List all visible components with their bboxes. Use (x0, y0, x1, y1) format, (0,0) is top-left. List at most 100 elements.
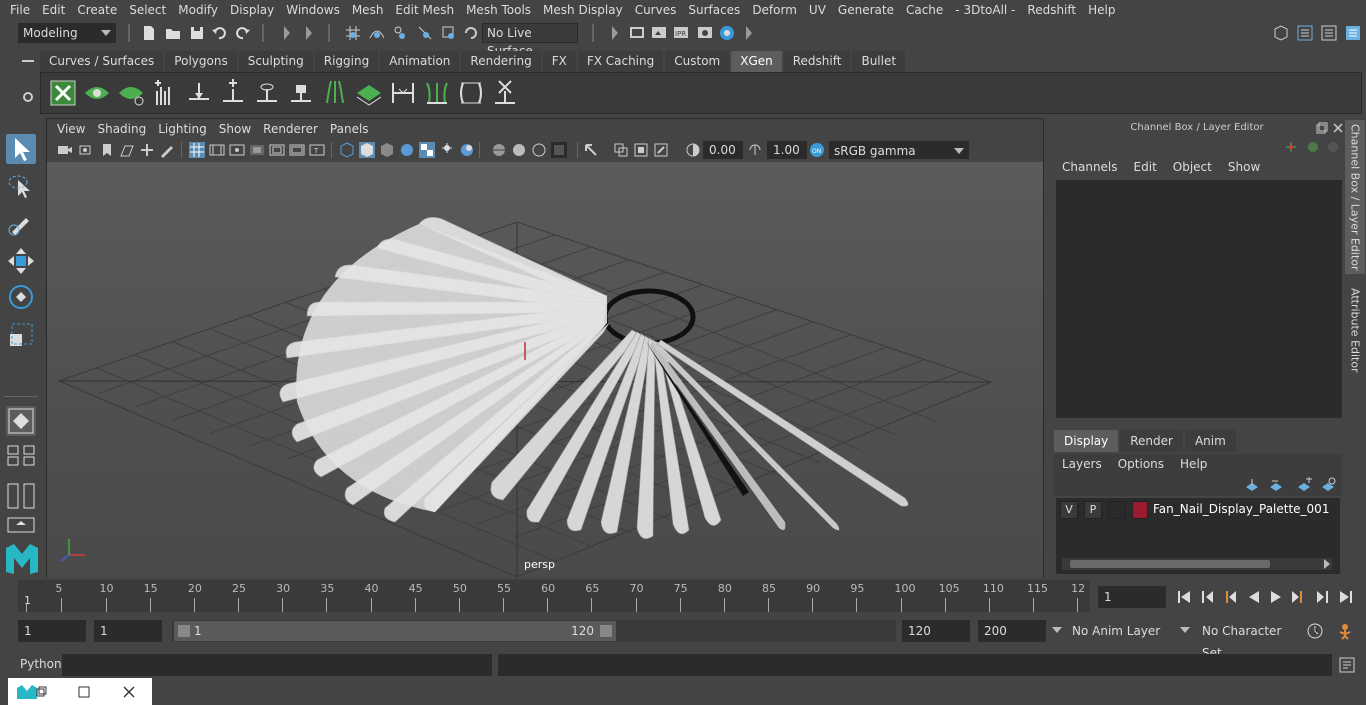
camera-icon[interactable] (57, 142, 73, 158)
zoom-icon[interactable] (653, 142, 669, 158)
le-menu-layers[interactable]: Layers (1054, 457, 1110, 471)
default-material-icon[interactable] (379, 142, 395, 158)
step-forward-icon[interactable] (1314, 589, 1330, 605)
range-end-grip[interactable] (600, 625, 612, 637)
cb-menu-object[interactable]: Object (1165, 160, 1220, 174)
view-transform-dropdown[interactable]: sRGB gamma (829, 141, 969, 159)
shadows-icon[interactable] (439, 142, 455, 158)
hyper-icon[interactable] (1326, 140, 1340, 154)
menu-cache[interactable]: Cache (900, 0, 949, 20)
cb-menu-show[interactable]: Show (1220, 160, 1268, 174)
animation-end-field[interactable]: 200 (978, 620, 1046, 642)
camera-attributes-icon[interactable] (79, 142, 95, 158)
menu-generate[interactable]: Generate (832, 0, 900, 20)
save-scene-icon[interactable] (188, 24, 206, 42)
collapse-arrow-icon[interactable] (306, 26, 312, 40)
tab-rigging[interactable]: Rigging (314, 51, 379, 72)
menu-select[interactable]: Select (123, 0, 172, 20)
rotate-tool[interactable] (6, 282, 36, 312)
go-to-start-icon[interactable] (1176, 589, 1192, 605)
tab-sculpting[interactable]: Sculpting (238, 51, 313, 72)
open-scene-icon[interactable] (164, 24, 182, 42)
panel-menu-shading[interactable]: Shading (91, 122, 152, 136)
layer-playback-toggle[interactable]: P (1084, 501, 1102, 519)
menu-edit-mesh[interactable]: Edit Mesh (389, 0, 460, 20)
playback-start-field[interactable]: 1 (94, 620, 162, 642)
render-view-icon[interactable] (628, 24, 646, 42)
menu-help[interactable]: Help (1082, 0, 1121, 20)
collapse-arrow-icon[interactable] (612, 26, 618, 40)
menu-mesh-tools[interactable]: Mesh Tools (460, 0, 537, 20)
chevron-down-icon[interactable] (1052, 627, 1062, 633)
menu-windows[interactable]: Windows (280, 0, 346, 20)
current-frame-field[interactable]: 1 (1098, 586, 1166, 608)
snap-projected-icon[interactable] (416, 24, 434, 42)
use-all-lights-icon[interactable] (419, 142, 435, 158)
menu-deform[interactable]: Deform (746, 0, 803, 20)
play-forward-icon[interactable] (1268, 589, 1284, 605)
animation-start-field[interactable]: 1 (18, 620, 86, 642)
anim-layer-dropdown[interactable]: No Anim Layer (1066, 620, 1170, 642)
four-pane-layout-icon[interactable] (6, 444, 36, 466)
create-description-icon[interactable] (151, 79, 179, 107)
field-chart-icon[interactable] (269, 142, 285, 158)
layer-name[interactable]: Fan_Nail_Display_Palette_001 (1153, 502, 1329, 516)
menu-uv[interactable]: UV (803, 0, 832, 20)
snap-curve-icon[interactable] (368, 24, 386, 42)
close-icon[interactable] (122, 685, 136, 699)
live-surface-field[interactable]: No Live Surface (482, 23, 578, 58)
xgen-preview-icon[interactable] (83, 79, 111, 107)
menu-edit[interactable]: Edit (36, 0, 71, 20)
scale-tool[interactable] (6, 320, 36, 350)
layout-single-pane[interactable] (6, 406, 36, 436)
go-to-end-icon[interactable] (1338, 589, 1354, 605)
sculpt-guides-icon[interactable] (253, 79, 281, 107)
panel-menu-view[interactable]: View (51, 122, 91, 136)
xray-icon[interactable] (491, 142, 507, 158)
gear-icon[interactable] (21, 90, 35, 104)
move-layer-down-icon[interactable] (1268, 477, 1284, 493)
bookmark-icon[interactable] (99, 142, 115, 158)
tab-anim[interactable]: Anim (1184, 430, 1236, 452)
new-scene-icon[interactable] (140, 24, 158, 42)
layer-scrollbar[interactable] (1062, 558, 1332, 570)
snap-live-icon[interactable] (462, 24, 480, 42)
playback-end-field[interactable]: 120 (902, 620, 970, 642)
spline-groom-icon[interactable] (457, 79, 485, 107)
undo-icon[interactable] (210, 24, 228, 42)
render-settings-icon[interactable] (696, 24, 714, 42)
guides-to-curves-icon[interactable] (321, 79, 349, 107)
menu-mesh-display[interactable]: Mesh Display (537, 0, 629, 20)
new-layer-icon[interactable] (1296, 477, 1312, 493)
isolate-select-icon[interactable] (583, 142, 599, 158)
lasso-tool[interactable] (6, 172, 36, 202)
smooth-shade-icon[interactable] (359, 142, 375, 158)
manipulator-icon[interactable] (1284, 140, 1298, 154)
exposure-field[interactable]: 0.00 (703, 141, 743, 159)
tab-fx-caching[interactable]: FX Caching (577, 51, 664, 72)
tab-channel-box-layer-editor[interactable]: Channel Box / Layer Editor (1345, 120, 1365, 274)
two-pane-layout-icon[interactable] (6, 482, 36, 510)
step-forward-key-icon[interactable] (1290, 589, 1306, 605)
groom-modifier-icon[interactable] (491, 79, 519, 107)
textured-icon[interactable] (399, 142, 415, 158)
menu-surfaces[interactable]: Surfaces (682, 0, 746, 20)
layer-display-type[interactable] (1108, 501, 1126, 519)
safe-title-icon[interactable]: T (309, 142, 325, 158)
snap-view-icon[interactable] (440, 24, 458, 42)
layer-color-swatch[interactable] (1132, 501, 1148, 519)
chevron-right-icon[interactable] (1324, 559, 1330, 569)
range-start-grip[interactable] (178, 625, 190, 637)
exposure-icon[interactable] (685, 142, 701, 158)
3d-viewport[interactable]: persp (47, 162, 1043, 578)
layer-row[interactable]: V P Fan_Nail_Display_Palette_001 (1060, 501, 1336, 519)
restore-icon[interactable] (36, 686, 48, 698)
tab-fx[interactable]: FX (542, 51, 576, 72)
snap-grid-icon[interactable] (344, 24, 362, 42)
chevron-down-icon[interactable] (1180, 627, 1190, 633)
redo-icon[interactable] (234, 24, 252, 42)
scrollbar-thumb[interactable] (1070, 560, 1270, 568)
toggle-attribute-editor-icon[interactable] (1320, 24, 1338, 42)
tab-attribute-editor[interactable]: Attribute Editor (1345, 280, 1365, 380)
panel-menu-panels[interactable]: Panels (324, 122, 375, 136)
